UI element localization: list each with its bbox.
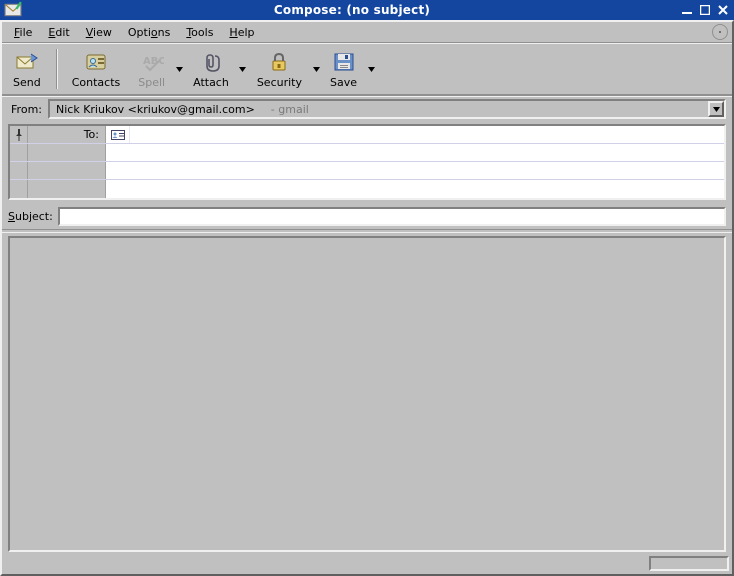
- menu-edit[interactable]: Edit: [40, 24, 77, 41]
- message-body-editor[interactable]: [8, 236, 726, 552]
- menu-help[interactable]: Help: [221, 24, 262, 41]
- minimize-button[interactable]: [679, 3, 695, 17]
- send-button[interactable]: Send: [5, 47, 49, 92]
- recipient-row: To:: [10, 126, 724, 144]
- menu-view[interactable]: View: [78, 24, 120, 41]
- save-dropdown[interactable]: [366, 67, 376, 72]
- toolbar-separator: [56, 49, 57, 89]
- attach-dropdown[interactable]: [238, 67, 248, 72]
- subject-input[interactable]: [58, 207, 726, 226]
- security-button[interactable]: Security: [249, 47, 310, 92]
- window-title: Compose: (no subject): [26, 3, 678, 17]
- recipient-row: [10, 180, 724, 198]
- activity-indicator-icon: [712, 24, 728, 40]
- maximize-button[interactable]: [697, 3, 713, 17]
- app-icon: [4, 1, 22, 19]
- from-value: Nick Kriukov <kriukov@gmail.com>: [50, 103, 261, 116]
- menu-tools[interactable]: Tools: [178, 24, 221, 41]
- recipient-type-dropdown[interactable]: [28, 144, 106, 161]
- recipient-row: [10, 144, 724, 162]
- pin-icon[interactable]: [10, 126, 28, 143]
- spell-dropdown[interactable]: [174, 67, 184, 72]
- recipient-row: [10, 162, 724, 180]
- spell-icon: ABC: [140, 50, 164, 74]
- spell-button: ABC Spell: [130, 47, 173, 92]
- save-button[interactable]: Save: [322, 47, 365, 92]
- addressbook-icon[interactable]: [106, 126, 130, 143]
- menubar: File Edit View Options Tools Help: [2, 22, 732, 43]
- recipient-pin-cell[interactable]: [10, 162, 28, 179]
- toolbar: Send Contacts ABC Spell: [2, 43, 732, 95]
- menu-options[interactable]: Options: [120, 24, 178, 41]
- recipients-panel: To:: [8, 124, 726, 200]
- attach-icon: [199, 50, 223, 74]
- send-icon: [15, 50, 39, 74]
- close-button[interactable]: [715, 3, 731, 17]
- splitter[interactable]: [2, 229, 732, 233]
- titlebar: Compose: (no subject): [0, 0, 734, 20]
- from-label: From:: [8, 103, 48, 116]
- from-account-hint: - gmail: [261, 103, 309, 116]
- recipient-type-dropdown[interactable]: To:: [28, 126, 106, 143]
- menu-file[interactable]: File: [6, 24, 40, 41]
- recipient-input[interactable]: [106, 144, 724, 161]
- from-row: From: Nick Kriukov <kriukov@gmail.com> -…: [2, 97, 732, 121]
- recipient-input[interactable]: [106, 162, 724, 179]
- status-well: [649, 556, 729, 571]
- recipient-type-dropdown[interactable]: [28, 180, 106, 198]
- contacts-button[interactable]: Contacts: [64, 47, 129, 92]
- security-dropdown[interactable]: [311, 67, 321, 72]
- window-body: File Edit View Options Tools Help Send C…: [0, 20, 734, 576]
- from-dropdown[interactable]: Nick Kriukov <kriukov@gmail.com> - gmail: [48, 99, 726, 119]
- recipient-type-dropdown[interactable]: [28, 162, 106, 179]
- subject-row: Subject:: [2, 203, 732, 229]
- subject-label: Subject:: [8, 210, 58, 223]
- attach-button[interactable]: Attach: [185, 47, 237, 92]
- statusbar: [2, 555, 732, 574]
- recipient-input[interactable]: [106, 180, 724, 198]
- recipient-input[interactable]: [130, 126, 724, 143]
- recipient-pin-cell[interactable]: [10, 180, 28, 198]
- contacts-icon: [84, 50, 108, 74]
- from-dropdown-button[interactable]: [708, 101, 724, 117]
- save-icon: [332, 50, 356, 74]
- security-icon: [267, 50, 291, 74]
- recipient-pin-cell[interactable]: [10, 144, 28, 161]
